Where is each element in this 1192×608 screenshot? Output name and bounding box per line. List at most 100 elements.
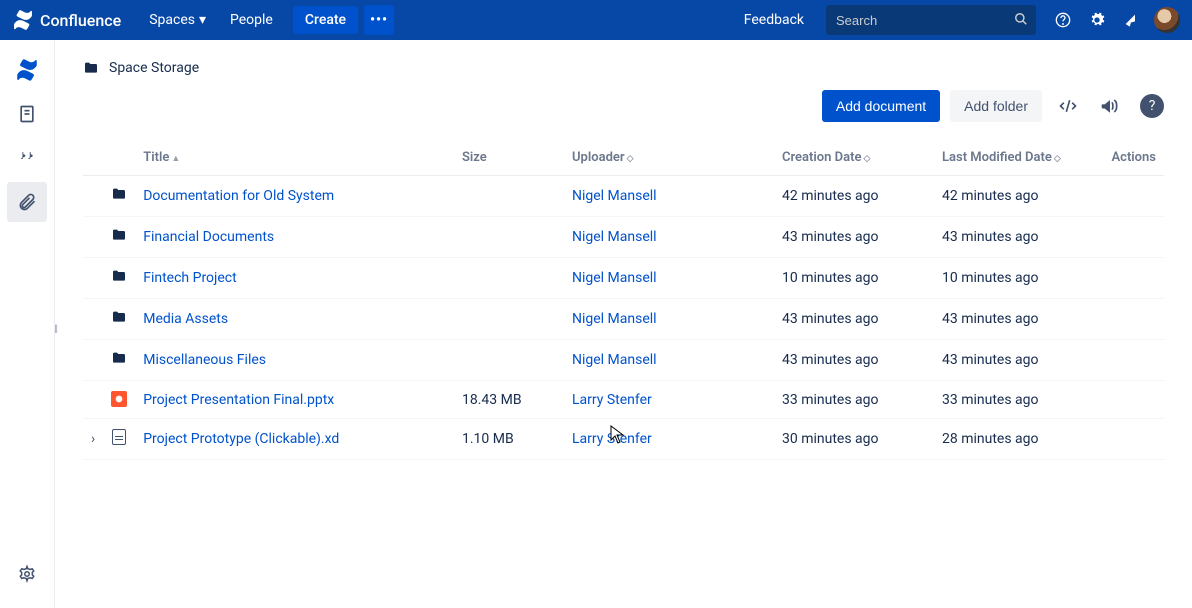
ellipsis-icon: ••• [370,12,388,28]
table-row[interactable]: Fintech ProjectNigel Mansell10 minutes a… [83,258,1164,299]
page-help-icon[interactable]: ? [1140,94,1164,118]
sort-icon: ◇ [1054,154,1061,164]
row-creation: 43 minutes ago [774,217,934,258]
sidebar-resize-handle[interactable]: || [54,324,57,335]
add-folder-button[interactable]: Add folder [950,90,1042,122]
col-uploader[interactable]: Uploader◇ [564,140,774,176]
row-title[interactable]: Fintech Project [135,258,454,299]
settings-icon[interactable] [1082,5,1112,35]
table-row[interactable]: Media AssetsNigel Mansell43 minutes ago4… [83,299,1164,340]
col-modified[interactable]: Last Modified Date◇ [934,140,1094,176]
sort-icon: ◇ [627,154,634,164]
topbar: Confluence Spaces ▾ People Create ••• Fe… [0,0,1192,40]
row-creation: 43 minutes ago [774,340,934,381]
row-title[interactable]: Financial Documents [135,217,454,258]
row-title[interactable]: Miscellaneous Files [135,340,454,381]
more-button[interactable]: ••• [364,5,394,35]
row-size: 1.10 MB [454,419,564,460]
chevron-down-icon: ▾ [199,12,206,28]
search-icon[interactable] [1014,12,1028,30]
folder-icon [111,313,127,329]
row-creation: 10 minutes ago [774,258,934,299]
row-size [454,217,564,258]
row-creation: 30 minutes ago [774,419,934,460]
sort-icon: ◇ [863,154,870,164]
row-uploader[interactable]: Nigel Mansell [564,299,774,340]
row-title[interactable]: Project Prototype (Clickable).xd [135,419,454,460]
table-row[interactable]: › Project Prototype (Clickable).xd1.10 MB… [83,419,1164,460]
folder-icon [111,231,127,247]
table-row[interactable]: Project Presentation Final.pptx18.43 MBL… [83,381,1164,419]
sidebar-pages-icon[interactable] [7,94,47,134]
sidebar-space-icon[interactable] [7,50,47,90]
row-title[interactable]: Project Presentation Final.pptx [135,381,454,419]
sidebar-settings-icon[interactable] [7,554,47,594]
row-uploader[interactable]: Nigel Mansell [564,176,774,217]
row-creation: 33 minutes ago [774,381,934,419]
toolbar: Add document Add folder ? [83,90,1164,122]
folder-icon [111,272,127,288]
nav-feedback[interactable]: Feedback [732,0,816,40]
search-input[interactable] [826,5,1036,35]
row-modified: 43 minutes ago [934,217,1094,258]
add-document-button[interactable]: Add document [822,90,940,122]
folder-icon [111,190,127,206]
row-uploader[interactable]: Nigel Mansell [564,217,774,258]
row-modified: 28 minutes ago [934,419,1094,460]
row-uploader[interactable]: Nigel Mansell [564,340,774,381]
row-title[interactable]: Documentation for Old System [135,176,454,217]
row-modified: 43 minutes ago [934,299,1094,340]
search-wrap [826,5,1036,35]
notifications-icon[interactable] [1116,5,1146,35]
row-title[interactable]: Media Assets [135,299,454,340]
breadcrumb-title: Space Storage [109,60,199,76]
row-modified: 33 minutes ago [934,381,1094,419]
create-label: Create [305,12,346,28]
file-icon [112,429,126,445]
main-content: Space Storage Add document Add folder ? … [55,40,1192,608]
expand-icon[interactable]: › [91,431,95,447]
table-row[interactable]: Miscellaneous FilesNigel Mansell43 minut… [83,340,1164,381]
row-size [454,299,564,340]
row-creation: 43 minutes ago [774,299,934,340]
row-creation: 42 minutes ago [774,176,934,217]
product-logo[interactable]: Confluence [12,9,121,31]
breadcrumb[interactable]: Space Storage [83,60,1164,76]
col-size[interactable]: Size [454,140,564,176]
nav-spaces[interactable]: Spaces ▾ [137,0,218,40]
sidebar-blog-icon[interactable] [7,138,47,178]
file-table: Title▲ Size Uploader◇ Creation Date◇ Las… [83,140,1164,460]
row-uploader[interactable]: Larry Stenfer [564,381,774,419]
row-modified: 42 minutes ago [934,176,1094,217]
row-size [454,258,564,299]
sort-asc-icon: ▲ [171,154,180,164]
col-creation[interactable]: Creation Date◇ [774,140,934,176]
row-size [454,340,564,381]
nav-people-label: People [230,12,273,28]
row-modified: 43 minutes ago [934,340,1094,381]
nav-people[interactable]: People [218,0,285,40]
megaphone-icon[interactable] [1094,90,1126,122]
user-avatar[interactable] [1154,7,1180,33]
code-icon[interactable] [1052,90,1084,122]
create-button[interactable]: Create [293,6,358,34]
table-row[interactable]: Documentation for Old System Nigel Mansel… [83,176,1164,217]
confluence-icon [12,9,34,31]
product-name: Confluence [40,11,121,30]
row-size: 18.43 MB [454,381,564,419]
nav-spaces-label: Spaces [149,12,195,28]
row-modified: 10 minutes ago [934,258,1094,299]
shell: || Space Storage Add document Add folder… [0,40,1192,608]
sidebar: || [0,40,55,608]
row-uploader[interactable]: Nigel Mansell [564,258,774,299]
col-actions: Actions [1094,140,1164,176]
row-uploader[interactable]: Larry Stenfer [564,419,774,460]
col-title[interactable]: Title▲ [135,140,454,176]
powerpoint-icon [111,391,127,407]
row-size [454,176,564,217]
folder-icon [83,60,99,76]
help-icon[interactable] [1048,5,1078,35]
table-row[interactable]: Financial DocumentsNigel Mansell43 minut… [83,217,1164,258]
sidebar-attachments-icon[interactable] [7,182,47,222]
folder-icon [111,354,127,370]
